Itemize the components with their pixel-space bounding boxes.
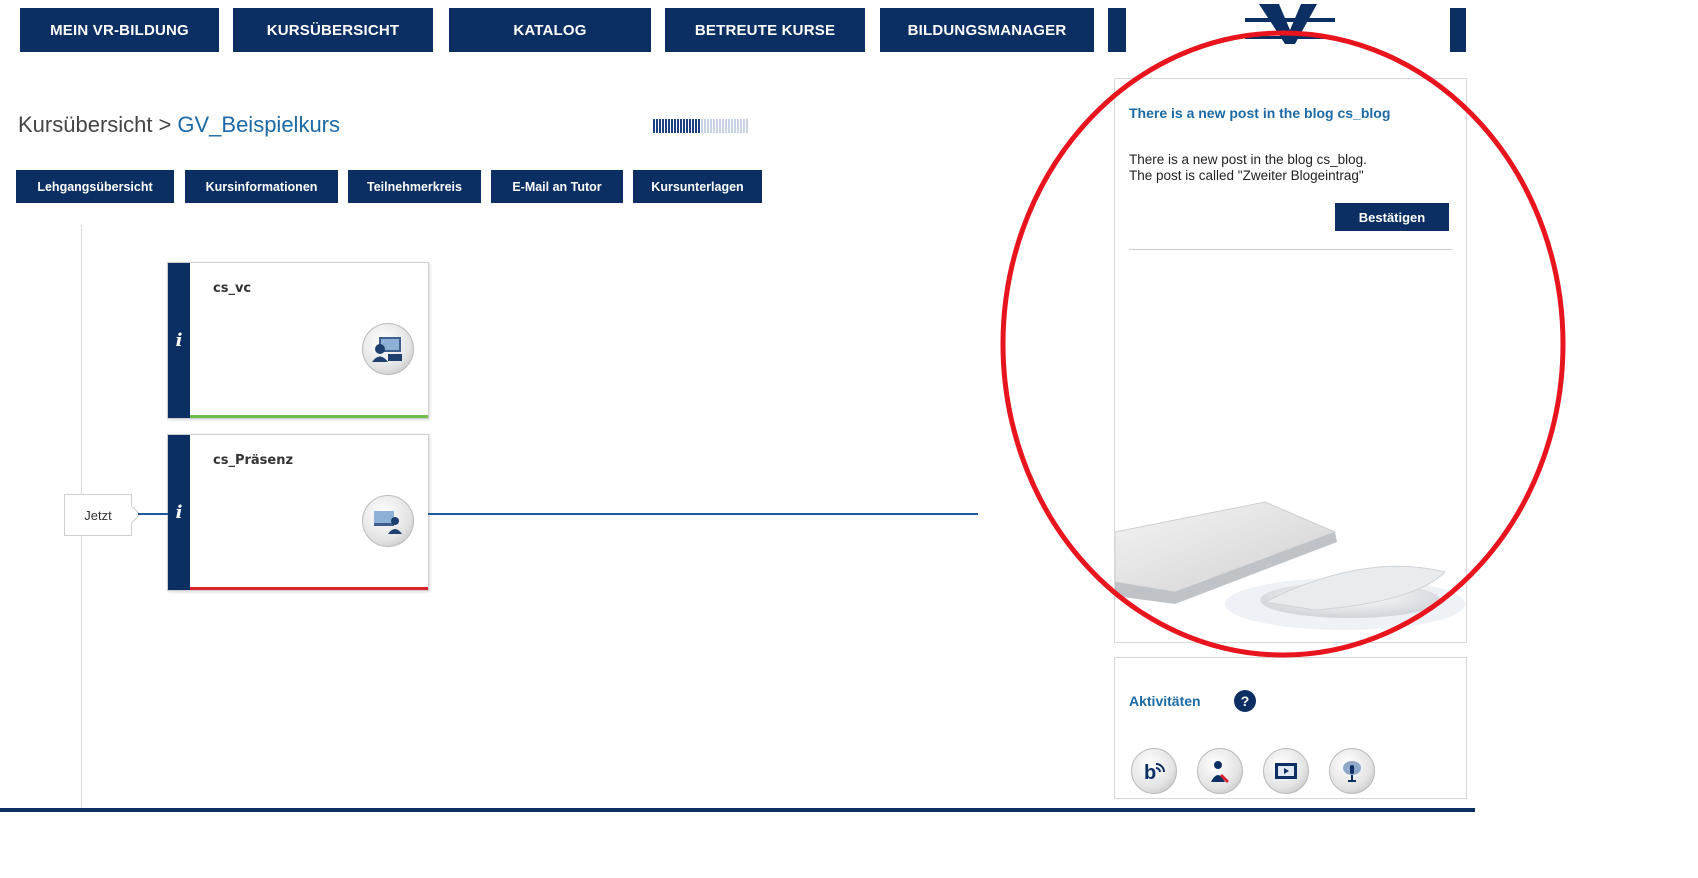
progress-segment — [665, 119, 667, 133]
progress-segment — [668, 119, 670, 133]
virtual-classroom-icon[interactable] — [362, 323, 414, 375]
logo-bar-right — [1450, 8, 1466, 52]
tutor-icon[interactable] — [1197, 748, 1243, 794]
progress-segment — [698, 119, 700, 133]
info-icon[interactable]: i — [168, 435, 190, 590]
progress-segment — [692, 119, 694, 133]
progress-segment — [707, 119, 709, 133]
nav-mein-vr-bildung[interactable]: MEIN VR-BILDUNG — [20, 8, 219, 52]
now-label: Jetzt — [84, 507, 112, 523]
tab-lehrgangsuebersicht[interactable]: Lehgangsübersicht — [16, 170, 174, 203]
tab-kursunterlagen[interactable]: Kursunterlagen — [633, 170, 762, 203]
progress-segment — [746, 119, 748, 133]
notification-line-2: The post is called "Zweiter Blogeintrag" — [1129, 168, 1364, 183]
timeline-connector — [138, 513, 168, 515]
progress-segment — [701, 119, 703, 133]
module-card-cs-vc[interactable]: i cs_vc — [167, 262, 429, 419]
progress-segment — [722, 119, 724, 133]
breadcrumb: Kursübersicht > GV_Beispielkurs — [18, 112, 340, 138]
progress-segment — [653, 119, 655, 133]
progress-segment — [695, 119, 697, 133]
activities-panel: Aktivitäten ? b — [1114, 657, 1467, 799]
module-card-cs-praesenz[interactable]: i cs_Präsenz — [167, 434, 429, 591]
module-title: cs_Präsenz — [213, 453, 294, 468]
timeline-now-line — [428, 513, 978, 515]
progress-segment — [659, 119, 661, 133]
progress-segment — [743, 119, 745, 133]
module-title: cs_vc — [213, 281, 252, 296]
progress-segment — [719, 119, 721, 133]
breadcrumb-current[interactable]: GV_Beispielkurs — [177, 112, 340, 137]
podcast-icon[interactable] — [1329, 748, 1375, 794]
progress-segment — [662, 119, 664, 133]
notification-text: There is a new post in the blog cs_blog.… — [1129, 152, 1367, 184]
notification-title: There is a new post in the blog cs_blog — [1129, 105, 1391, 121]
status-underline-green — [190, 415, 428, 418]
notification-panel: There is a new post in the blog cs_blog … — [1114, 78, 1467, 643]
vr-logo-icon[interactable] — [1245, 0, 1335, 46]
notification-divider — [1129, 249, 1452, 250]
confirm-button[interactable]: Bestätigen — [1335, 203, 1449, 231]
info-icon[interactable]: i — [168, 263, 190, 418]
notification-line-1: There is a new post in the blog cs_blog. — [1129, 152, 1367, 167]
course-progress-bar — [653, 119, 748, 133]
breadcrumb-root[interactable]: Kursübersicht — [18, 112, 153, 137]
progress-segment — [680, 119, 682, 133]
tab-teilnehmerkreis[interactable]: Teilnehmerkreis — [348, 170, 481, 203]
progress-segment — [728, 119, 730, 133]
nav-katalog[interactable]: KATALOG — [449, 8, 651, 52]
video-icon[interactable] — [1263, 748, 1309, 794]
logo-bar-left — [1108, 8, 1126, 52]
blog-icon[interactable]: b — [1131, 748, 1177, 794]
progress-segment — [710, 119, 712, 133]
footer-bar — [0, 808, 1475, 812]
now-marker: Jetzt — [64, 494, 132, 536]
progress-segment — [686, 119, 688, 133]
progress-segment — [674, 119, 676, 133]
progress-segment — [740, 119, 742, 133]
nav-kursuebersicht[interactable]: KURSÜBERSICHT — [233, 8, 433, 52]
progress-segment — [677, 119, 679, 133]
progress-segment — [656, 119, 658, 133]
breadcrumb-separator: > — [158, 112, 172, 137]
progress-segment — [716, 119, 718, 133]
progress-segment — [734, 119, 736, 133]
progress-segment — [737, 119, 739, 133]
progress-segment — [683, 119, 685, 133]
progress-segment — [689, 119, 691, 133]
activities-title: Aktivitäten — [1129, 693, 1201, 709]
progress-segment — [713, 119, 715, 133]
progress-segment — [671, 119, 673, 133]
progress-segment — [725, 119, 727, 133]
keyboard-mouse-image — [1115, 492, 1466, 642]
progress-segment — [731, 119, 733, 133]
presence-training-icon[interactable] — [362, 495, 414, 547]
nav-bildungsmanager[interactable]: BILDUNGSMANAGER — [880, 8, 1094, 52]
status-underline-red — [190, 587, 428, 590]
help-icon[interactable]: ? — [1234, 690, 1256, 712]
tab-email-an-tutor[interactable]: E-Mail an Tutor — [491, 170, 623, 203]
svg-text:b: b — [1144, 762, 1156, 784]
tab-kursinformationen[interactable]: Kursinformationen — [185, 170, 338, 203]
progress-segment — [704, 119, 706, 133]
nav-betreute-kurse[interactable]: BETREUTE KURSE — [665, 8, 865, 52]
